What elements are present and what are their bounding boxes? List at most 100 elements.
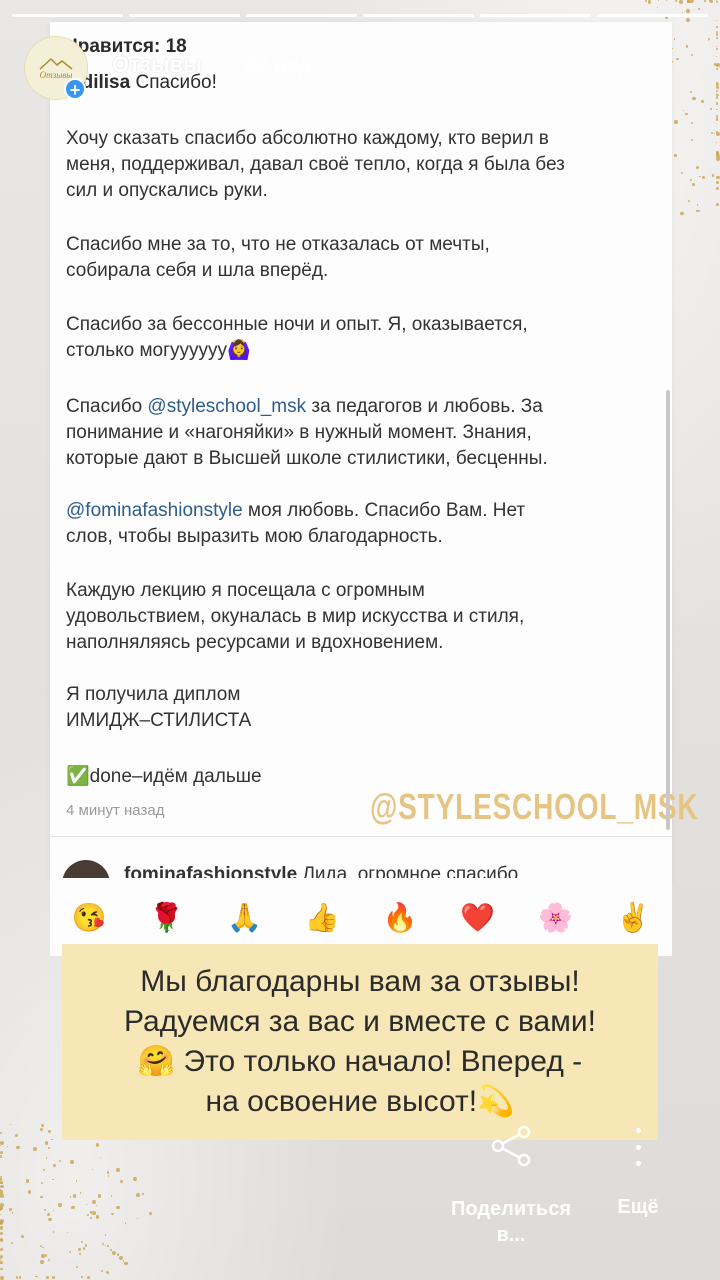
p5-line: слов, чтобы выразить мою благодарность.: [66, 526, 443, 547]
sparkle-dot: [95, 1143, 100, 1147]
highlight-avatar[interactable]: Отзывы +: [24, 36, 88, 100]
banner-line: Мы благодарны вам за отзывы!: [140, 965, 580, 998]
sparkle-dot: [45, 1276, 49, 1279]
p6-line: Каждую лекцию я посещала с огромным: [66, 580, 425, 601]
p4-rest: за педагогов и любовь. За: [306, 396, 543, 417]
sparkle-dot: [124, 1222, 126, 1224]
sparkle-dot: [690, 138, 693, 141]
sparkle-dot: [52, 1276, 55, 1279]
sparkle-dot: [112, 1250, 117, 1255]
sparkle-dot: [15, 1276, 19, 1279]
mention-styleschool[interactable]: @styleschool_msk: [147, 396, 306, 417]
sparkle-dot: [11, 1212, 14, 1214]
sparkle-dot: [692, 183, 695, 186]
sparkle-dot: [716, 36, 718, 39]
emoji-rose-icon[interactable]: 🌹: [149, 901, 184, 934]
sparkle-dot: [148, 1212, 152, 1215]
progress-segment: [129, 14, 240, 17]
sparkle-dot: [104, 1244, 106, 1246]
p3-line: Спасибо за бессонные ночи и опыт. Я, ока…: [66, 314, 528, 335]
sparkle-dot: [87, 1276, 90, 1279]
add-icon[interactable]: +: [64, 78, 86, 100]
sparkle-dot: [0, 1156, 2, 1158]
sparkle-dot: [16, 1145, 20, 1149]
more-button[interactable]: Ещё: [608, 1196, 668, 1219]
p4-line: понимание и «нагоняйки» в нужный момент.…: [66, 422, 532, 443]
sparkle-dot: [104, 1234, 107, 1236]
p2-line: собирала себя и шла вперёд.: [66, 260, 329, 281]
sparkle-dot: [25, 1179, 30, 1183]
divider: [50, 836, 672, 837]
sparkle-dot: [687, 199, 690, 203]
sparkle-dot: [0, 1221, 3, 1224]
sparkle-dot: [91, 1200, 96, 1204]
sparkle-dot: [656, 6, 658, 9]
p6-line: удовольствием, окуналась в мир искусства…: [66, 606, 525, 627]
sparkle-dot: [645, 0, 647, 2]
sparkle-dot: [44, 1141, 48, 1145]
sparkle-dot: [48, 1147, 50, 1149]
sparkle-dot: [716, 175, 720, 180]
sparkle-dot: [109, 1248, 112, 1251]
sparkle-dot: [713, 132, 715, 134]
sparkle-dot: [0, 1180, 4, 1184]
progress-segment: [246, 14, 357, 17]
story-time: 22 нед.: [244, 52, 318, 77]
emoji-victory-icon[interactable]: ✌️: [616, 901, 651, 934]
more-options-icon[interactable]: [626, 1128, 650, 1166]
sparkle-dot: [106, 1244, 109, 1247]
share-icon[interactable]: [488, 1122, 536, 1170]
emoji-blossom-icon[interactable]: 🌸: [538, 901, 573, 934]
sparkle-dot: [115, 1168, 120, 1172]
sparkle-dot: [686, 17, 691, 22]
paragraph-4: Спасибо @styleschool_msk за педагогов и …: [66, 394, 666, 472]
paragraph-1: Хочу сказать спасибо абсолютно каждому, …: [66, 126, 666, 204]
sparkle-dot: [100, 1270, 103, 1273]
p6-line: наполняляясь ресурсами и вдохновением.: [66, 632, 444, 653]
sparkle-dot: [0, 1144, 2, 1146]
sparkle-dot: [101, 1242, 104, 1245]
sparkle-dot: [697, 7, 700, 10]
paragraph-6: Каждую лекцию я посещала с огромным удов…: [66, 578, 666, 656]
sparkle-dot: [676, 57, 679, 61]
mention-fominafashionstyle[interactable]: @fominafashionstyle: [66, 500, 243, 521]
sparkle-dot: [72, 1194, 76, 1198]
sparkle-dot: [52, 1163, 56, 1167]
sparkle-dot: [0, 1262, 2, 1265]
story-title[interactable]: Отзывы: [112, 52, 202, 78]
sparkle-dot: [673, 154, 677, 157]
sparkle-dot: [84, 1244, 87, 1247]
sparkle-dot: [686, 8, 691, 13]
paragraph-2: Спасибо мне за то, что не отказалась от …: [66, 232, 666, 284]
sparkle-dot: [95, 1215, 100, 1219]
banner-line: на освоение высот!💫: [205, 1085, 515, 1118]
paragraph-5: @fominafashionstyle моя любовь. Спасибо …: [66, 498, 666, 550]
sparkle-dot: [0, 1207, 3, 1210]
sparkle-dot: [647, 0, 652, 4]
p7-line: Я получила диплом: [66, 684, 241, 705]
sparkle-dot: [698, 209, 701, 212]
story-progress-bar: [12, 14, 708, 17]
emoji-pray-icon[interactable]: 🙏: [227, 901, 262, 934]
sparkle-dot: [0, 1237, 3, 1241]
emoji-heart-icon[interactable]: ❤️: [460, 901, 495, 934]
sparkle-dot: [80, 1275, 83, 1278]
sparkle-dot: [0, 1132, 2, 1134]
p2-line: Спасибо мне за то, что не отказалась от …: [66, 234, 490, 255]
sparkle-dot: [716, 203, 719, 206]
emoji-fire-icon[interactable]: 🔥: [382, 901, 417, 934]
p3-line: столько могуууууу🙆‍♀️: [66, 340, 251, 361]
sparkle-dot: [716, 156, 720, 161]
emoji-thumbs-up-icon[interactable]: 👍: [305, 901, 340, 934]
sparkle-dot: [708, 0, 711, 2]
sparkle-dot: [716, 181, 719, 185]
sparkle-dot: [716, 63, 718, 66]
sparkle-dot: [692, 96, 696, 101]
sparkle-dot: [716, 30, 719, 33]
sparkle-dot: [141, 1193, 144, 1195]
sparkle-dot: [0, 1194, 4, 1198]
sparkle-dot: [0, 1231, 3, 1235]
sparkle-dot: [106, 1171, 110, 1174]
share-button[interactable]: Поделиться в...: [448, 1196, 574, 1248]
emoji-kiss-icon[interactable]: 😘: [71, 901, 106, 934]
